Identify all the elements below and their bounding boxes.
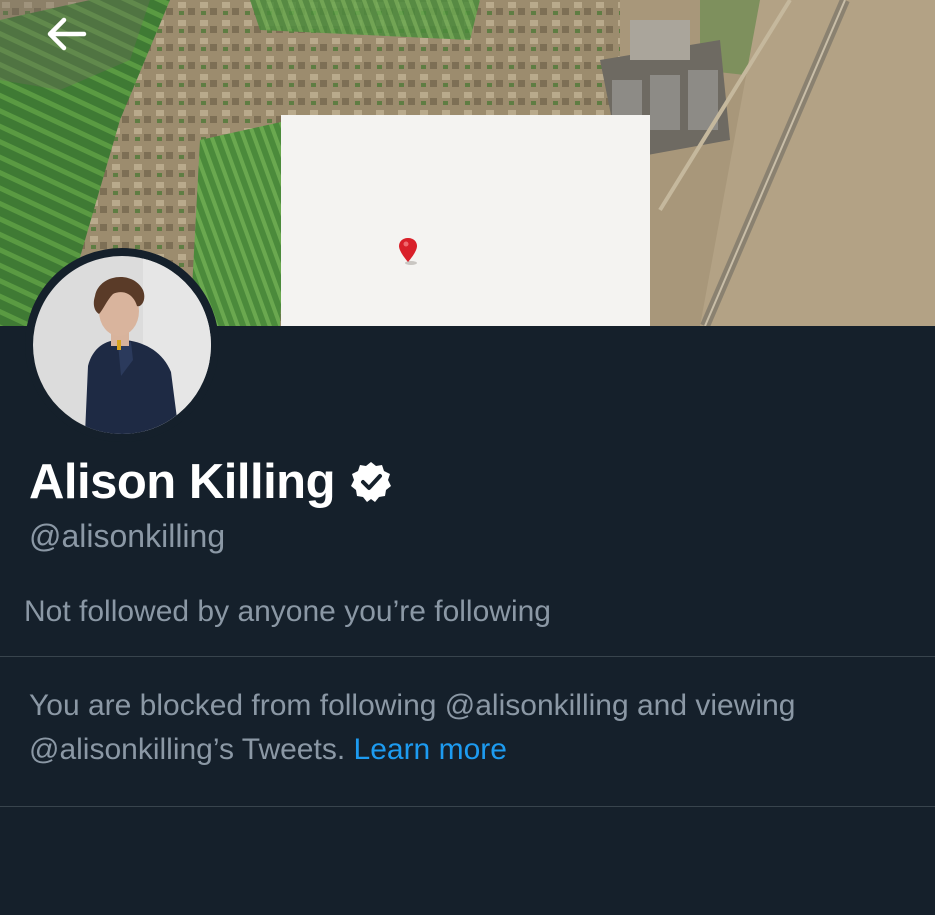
blocked-notice-line2: @alisonkilling’s Tweets. <box>29 733 346 766</box>
blocked-notice-line1: You are blocked from following @alisonki… <box>29 689 796 722</box>
avatar-photo <box>33 256 211 434</box>
profile-name-row: Alison Killing <box>29 452 393 512</box>
profile-handle: @alisonkilling <box>29 518 226 554</box>
divider-top <box>0 656 935 657</box>
divider-bottom <box>0 806 935 807</box>
back-button[interactable] <box>30 8 102 60</box>
display-name: Alison Killing <box>29 455 336 509</box>
map-placeholder-card <box>281 115 650 326</box>
profile-avatar[interactable] <box>25 248 219 442</box>
followers-you-know: Not followed by anyone you’re following <box>24 595 551 628</box>
map-pin-icon <box>399 238 417 265</box>
blocked-notice: You are blocked from following @alisonki… <box>29 684 909 772</box>
learn-more-link[interactable]: Learn more <box>354 733 507 766</box>
arrow-left-icon <box>47 17 87 51</box>
verified-badge-icon[interactable] <box>349 460 393 504</box>
